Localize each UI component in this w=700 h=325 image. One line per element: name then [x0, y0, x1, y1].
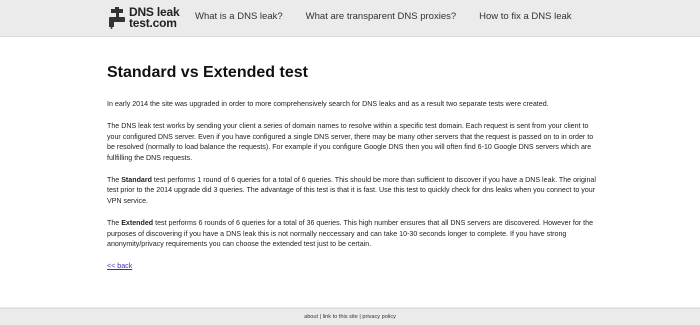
paragraph-how-it-works: The DNS leak test works by sending your … [107, 122, 594, 162]
nav-how-to-fix[interactable]: How to fix a DNS leak [479, 11, 571, 22]
paragraph-intro: In early 2014 the site was upgraded in o… [107, 100, 549, 108]
logo-text: DNS leak test.com [129, 6, 180, 30]
extended-rest: test performs 6 rounds of 6 queries for … [107, 219, 594, 249]
paragraph-standard: The Standard test performs 1 round of 6 … [107, 175, 597, 206]
article: Standard vs Extended test In early 2014 … [107, 64, 597, 272]
standard-rest: test performs 1 round of 6 queries for a… [107, 176, 596, 205]
site-logo[interactable]: DNS leak test.com [108, 5, 180, 31]
logo-line2: test.com [129, 16, 177, 30]
extended-bold: Extended [121, 219, 154, 228]
footer-privacy-link[interactable]: privacy policy [362, 314, 396, 320]
paragraph-extended: The Extended test performs 6 rounds of 6… [107, 218, 597, 249]
footer-link-to-site[interactable]: link to this site [323, 314, 358, 320]
site-header: DNS leak test.com What is a DNS leak? Wh… [0, 0, 700, 37]
page-title: Standard vs Extended test [107, 64, 308, 81]
back-link[interactable]: << back [107, 262, 132, 270]
standard-pre: The [107, 176, 122, 185]
site-footer: about | link to this site | privacy poli… [0, 308, 700, 325]
extended-pre: The [107, 219, 122, 228]
faucet-icon [109, 7, 125, 29]
standard-bold: Standard [121, 176, 152, 185]
footer-about-link[interactable]: about [304, 314, 318, 320]
nav-what-is-dns-leak[interactable]: What is a DNS leak? [195, 11, 283, 22]
main-content: Standard vs Extended test In early 2014 … [0, 37, 700, 307]
nav-transparent-dns-proxies[interactable]: What are transparent DNS proxies? [306, 11, 456, 22]
main-nav: What is a DNS leak? What are transparent… [195, 11, 595, 22]
